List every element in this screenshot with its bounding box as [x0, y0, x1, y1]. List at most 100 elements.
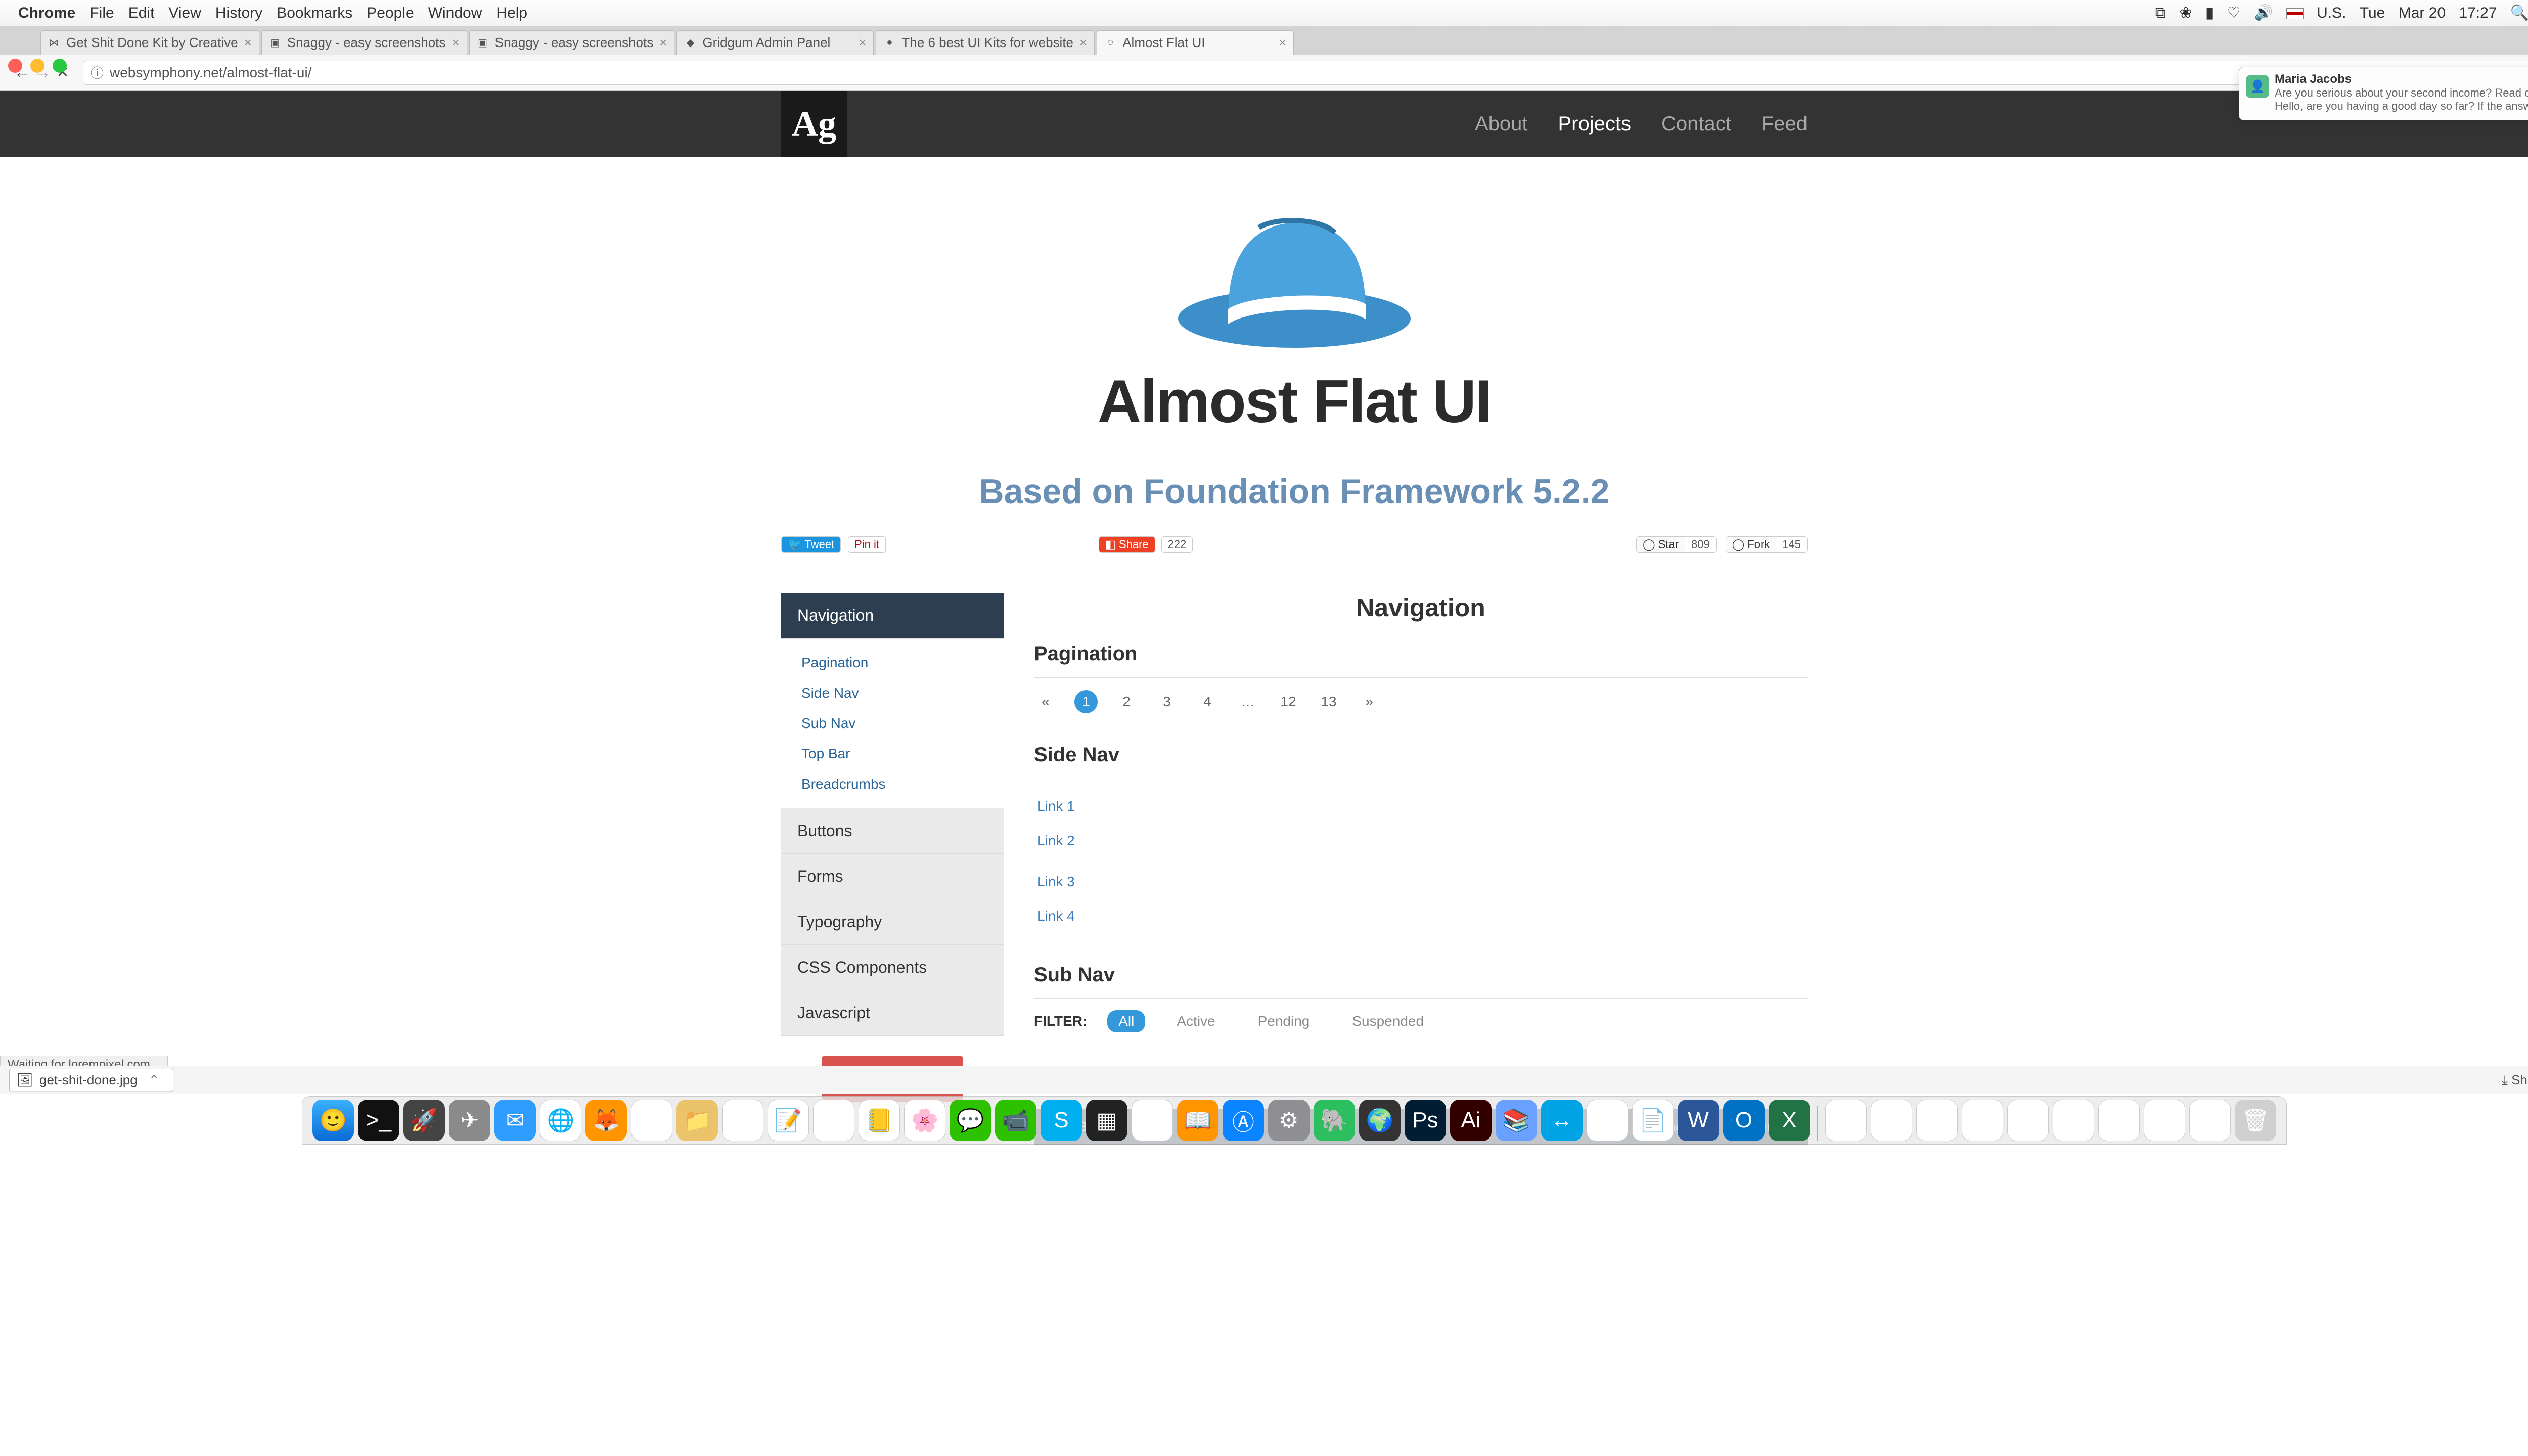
window-zoom-button[interactable] [53, 59, 67, 73]
dock-ibooks[interactable]: 📖 [1177, 1100, 1218, 1141]
dock-facetime[interactable]: 📹 [995, 1100, 1036, 1141]
dock-mail[interactable]: ✉ [494, 1100, 536, 1141]
dock-keyboard[interactable]: ⌨ [1587, 1100, 1628, 1141]
page-3[interactable]: 3 [1155, 690, 1179, 713]
sidebar-cat-css[interactable]: CSS Components [781, 945, 1004, 990]
github-star-button[interactable]: ◯Star809 [1636, 536, 1717, 553]
dock-mission-control[interactable]: ✈ [449, 1100, 490, 1141]
dock-outlook[interactable]: O [1723, 1100, 1765, 1141]
browser-tab-active[interactable]: ◌Almost Flat UI× [1097, 30, 1294, 55]
tab-close-icon[interactable]: × [859, 35, 866, 51]
dock-photoshop[interactable]: Ps [1405, 1100, 1446, 1141]
active-app-name[interactable]: Chrome [18, 5, 75, 22]
dock-skype[interactable]: S [1041, 1100, 1082, 1141]
dock-photos[interactable]: 🌸 [904, 1100, 945, 1141]
tab-close-icon[interactable]: × [1079, 35, 1087, 51]
sidebar-cat-forms[interactable]: Forms [781, 854, 1004, 899]
airdrop-icon[interactable]: ♡ [2227, 4, 2241, 22]
github-fork-button[interactable]: ◯Fork145 [1726, 536, 1808, 553]
menu-people[interactable]: People [367, 5, 414, 22]
dock-notes[interactable]: 📝 [768, 1100, 809, 1141]
dock-launchpad[interactable]: 🚀 [403, 1100, 445, 1141]
input-flag-icon[interactable] [2286, 8, 2304, 19]
browser-tab[interactable]: ⋈Get Shit Done Kit by Creative× [40, 30, 259, 55]
menu-view[interactable]: View [168, 5, 201, 22]
dock-dictionary[interactable]: 📚 [1496, 1100, 1537, 1141]
dock-terminal[interactable]: >_ [358, 1100, 399, 1141]
menu-bookmarks[interactable]: Bookmarks [277, 5, 352, 22]
sidebar-item-breadcrumbs[interactable]: Breadcrumbs [781, 769, 1004, 799]
dock-messages[interactable]: 💬 [950, 1100, 991, 1141]
tab-close-icon[interactable]: × [452, 35, 459, 51]
dock-appstore[interactable]: Ⓐ [1223, 1100, 1264, 1141]
dock-minimized-window[interactable]: ▭ [2189, 1100, 2231, 1141]
dock-minimized-window[interactable]: ▭ [1962, 1100, 2003, 1141]
spotlight-icon[interactable]: 🔍 [2510, 4, 2528, 22]
browser-tab[interactable]: ▣Snaggy - easy screenshots× [261, 30, 467, 55]
page-next[interactable]: » [1358, 690, 1381, 713]
dock-illustrator[interactable]: Ai [1450, 1100, 1492, 1141]
nav-contact[interactable]: Contact [1661, 113, 1731, 135]
subnav-active[interactable]: Active [1165, 1010, 1226, 1032]
dock-excel[interactable]: X [1769, 1100, 1810, 1141]
dock-finder[interactable]: 🙂 [312, 1100, 354, 1141]
dock-minimized-window[interactable]: ▭ [1825, 1100, 1867, 1141]
dock-minimized-window[interactable]: ▭ [2098, 1100, 2140, 1141]
page-prev[interactable]: « [1034, 690, 1057, 713]
sidebar-cat-js[interactable]: Javascript [781, 990, 1004, 1036]
tweet-button[interactable]: 🐦Tweet [781, 536, 841, 553]
dock-preferences[interactable]: ⚙ [1268, 1100, 1310, 1141]
menu-history[interactable]: History [215, 5, 262, 22]
dock-minimized-window[interactable]: ▭ [2053, 1100, 2094, 1141]
sidebar-cat-buttons[interactable]: Buttons [781, 808, 1004, 854]
nav-feed[interactable]: Feed [1762, 113, 1808, 135]
dock-calendar[interactable]: 20 [722, 1100, 763, 1141]
sidebar-item-pagination[interactable]: Pagination [781, 648, 1004, 678]
sidenav-link-4[interactable]: Link 4 [1034, 899, 1246, 933]
tab-close-icon[interactable]: × [1279, 35, 1286, 51]
sidebar-item-topbar[interactable]: Top Bar [781, 739, 1004, 769]
window-close-button[interactable] [8, 59, 22, 73]
page-2[interactable]: 2 [1115, 690, 1138, 713]
subnav-pending[interactable]: Pending [1247, 1010, 1321, 1032]
dock-minimized-window[interactable]: ▭ [2144, 1100, 2185, 1141]
dock-browser2[interactable]: 🌍 [1359, 1100, 1401, 1141]
dock-contacts[interactable]: 📒 [859, 1100, 900, 1141]
dock-textedit[interactable]: 📄 [1632, 1100, 1674, 1141]
dock-teamviewer[interactable]: ↔ [1541, 1100, 1583, 1141]
download-chip[interactable]: 🖼 get-shit-done.jpg ⌃ [9, 1069, 173, 1091]
volume-icon[interactable]: 🔊 [2254, 4, 2273, 22]
sidenav-link-3[interactable]: Link 3 [1034, 864, 1246, 899]
sync-icon[interactable]: ❀ [2179, 4, 2192, 22]
dock-phpstorm[interactable]: ▦ [1086, 1100, 1127, 1141]
page-4[interactable]: 4 [1196, 690, 1219, 713]
sidebar-cat-navigation[interactable]: Navigation [781, 593, 1004, 639]
dock-firefox[interactable]: 🦊 [585, 1100, 627, 1141]
dock-minimized-window[interactable]: ▭ [1916, 1100, 1958, 1141]
sidenav-link-1[interactable]: Link 1 [1034, 789, 1246, 824]
dock-reminders[interactable]: ☑ [813, 1100, 854, 1141]
dock-minimized-window[interactable]: ▭ [1871, 1100, 1912, 1141]
dock-word[interactable]: W [1678, 1100, 1719, 1141]
browser-tab[interactable]: ▣Snaggy - easy screenshots× [469, 30, 675, 55]
menu-help[interactable]: Help [496, 5, 527, 22]
sidenav-link-2[interactable]: Link 2 [1034, 824, 1246, 858]
menu-edit[interactable]: Edit [128, 5, 155, 22]
dock-minimized-window[interactable]: ▭ [2007, 1100, 2049, 1141]
tab-close-icon[interactable]: × [659, 35, 667, 51]
menu-window[interactable]: Window [428, 5, 482, 22]
menu-file[interactable]: File [89, 5, 114, 22]
tab-close-icon[interactable]: × [244, 35, 252, 51]
messenger-notification[interactable]: 👤 Maria Jacobs Are you serious about you… [2239, 67, 2528, 120]
dock-files[interactable]: 📁 [676, 1100, 718, 1141]
nav-about[interactable]: About [1475, 113, 1528, 135]
site-logo[interactable]: Ag [781, 91, 847, 157]
sidebar-cat-typography[interactable]: Typography [781, 899, 1004, 945]
subnav-all[interactable]: All [1107, 1010, 1145, 1032]
share-button[interactable]: ◧Share [1099, 536, 1155, 553]
browser-tab[interactable]: ◆Gridgum Admin Panel× [676, 30, 874, 55]
browser-tab[interactable]: ●The 6 best UI Kits for website× [876, 30, 1095, 55]
dock-trash[interactable]: 🗑 [2235, 1100, 2276, 1141]
sidebar-item-subnav[interactable]: Sub Nav [781, 708, 1004, 739]
window-minimize-button[interactable] [30, 59, 44, 73]
